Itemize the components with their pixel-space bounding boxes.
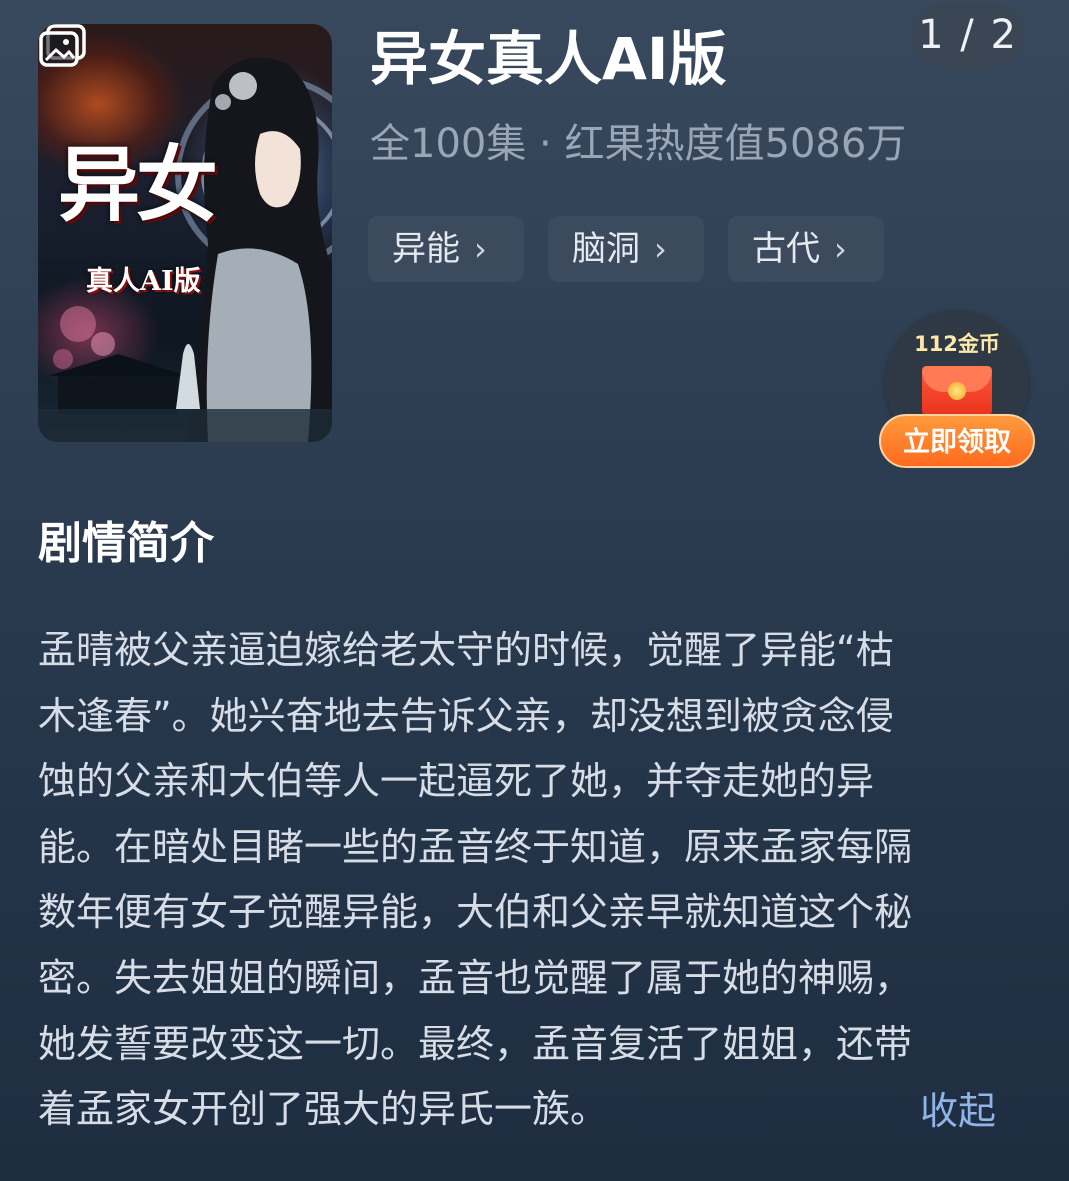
tag-yineng[interactable]: 异能 › (368, 216, 524, 282)
synopsis-line: 蚀的父亲和大伯等人一起逼死了她，并夺走她的异 (38, 759, 875, 804)
collapse-link[interactable]: 收起 (920, 1079, 996, 1144)
tag-label: 古代 (752, 229, 820, 269)
reward-coins-label: 112金币 (914, 332, 1000, 356)
coin-reward-widget[interactable]: 112金币 立即领取 (879, 310, 1035, 470)
synopsis-heading: 剧情简介 (38, 518, 214, 569)
tag-naodong[interactable]: 脑洞 › (548, 216, 704, 282)
synopsis-line: 密。失去姐姐的瞬间，孟音也觉醒了属于她的神赐， (38, 955, 913, 1000)
gallery-icon[interactable] (38, 24, 88, 68)
drama-cover-image[interactable]: 异女 真人AI版 (38, 24, 332, 442)
drama-title: 异女真人AI版 (370, 25, 727, 93)
synopsis-line: 她发誓要改变这一切。最终，孟音复活了姐姐，还带 (38, 1021, 913, 1066)
claim-now-button[interactable]: 立即领取 (879, 414, 1035, 468)
synopsis-line: 数年便有女子觉醒异能，大伯和父亲早就知道这个秘 (38, 890, 913, 935)
drama-meta: 全100集 · 红果热度值5086万 (370, 121, 907, 167)
chevron-right-icon: › (834, 230, 847, 268)
synopsis-text: 孟晴被父亲逼迫嫁给老太守的时候，觉醒了异能“枯 木逢春”。她兴奋地去告诉父亲，却… (38, 618, 1008, 1143)
tag-gudai[interactable]: 古代 › (728, 216, 884, 282)
tag-label: 异能 (392, 229, 460, 269)
synopsis-line: 着孟家女开创了强大的异氏一族。 (38, 1087, 609, 1132)
chevron-right-icon: › (474, 230, 487, 268)
synopsis-line: 孟晴被父亲逼迫嫁给老太守的时候，觉醒了异能“枯 (38, 628, 894, 672)
page-counter: 1 / 2 (912, 2, 1024, 68)
synopsis-line: 木逢春”。她兴奋地去告诉父亲，却没想到被贪念侵 (38, 693, 894, 738)
synopsis-line: 能。在暗处目睹一些的孟音终于知道，原来孟家每隔 (38, 824, 913, 869)
cover-title-art: 异女 (58, 137, 218, 233)
cover-artwork (38, 57, 332, 442)
tag-label: 脑洞 (572, 229, 640, 269)
chevron-right-icon: › (654, 230, 667, 268)
red-envelope-icon (922, 366, 992, 418)
cover-subtitle-art: 真人AI版 (86, 266, 201, 297)
